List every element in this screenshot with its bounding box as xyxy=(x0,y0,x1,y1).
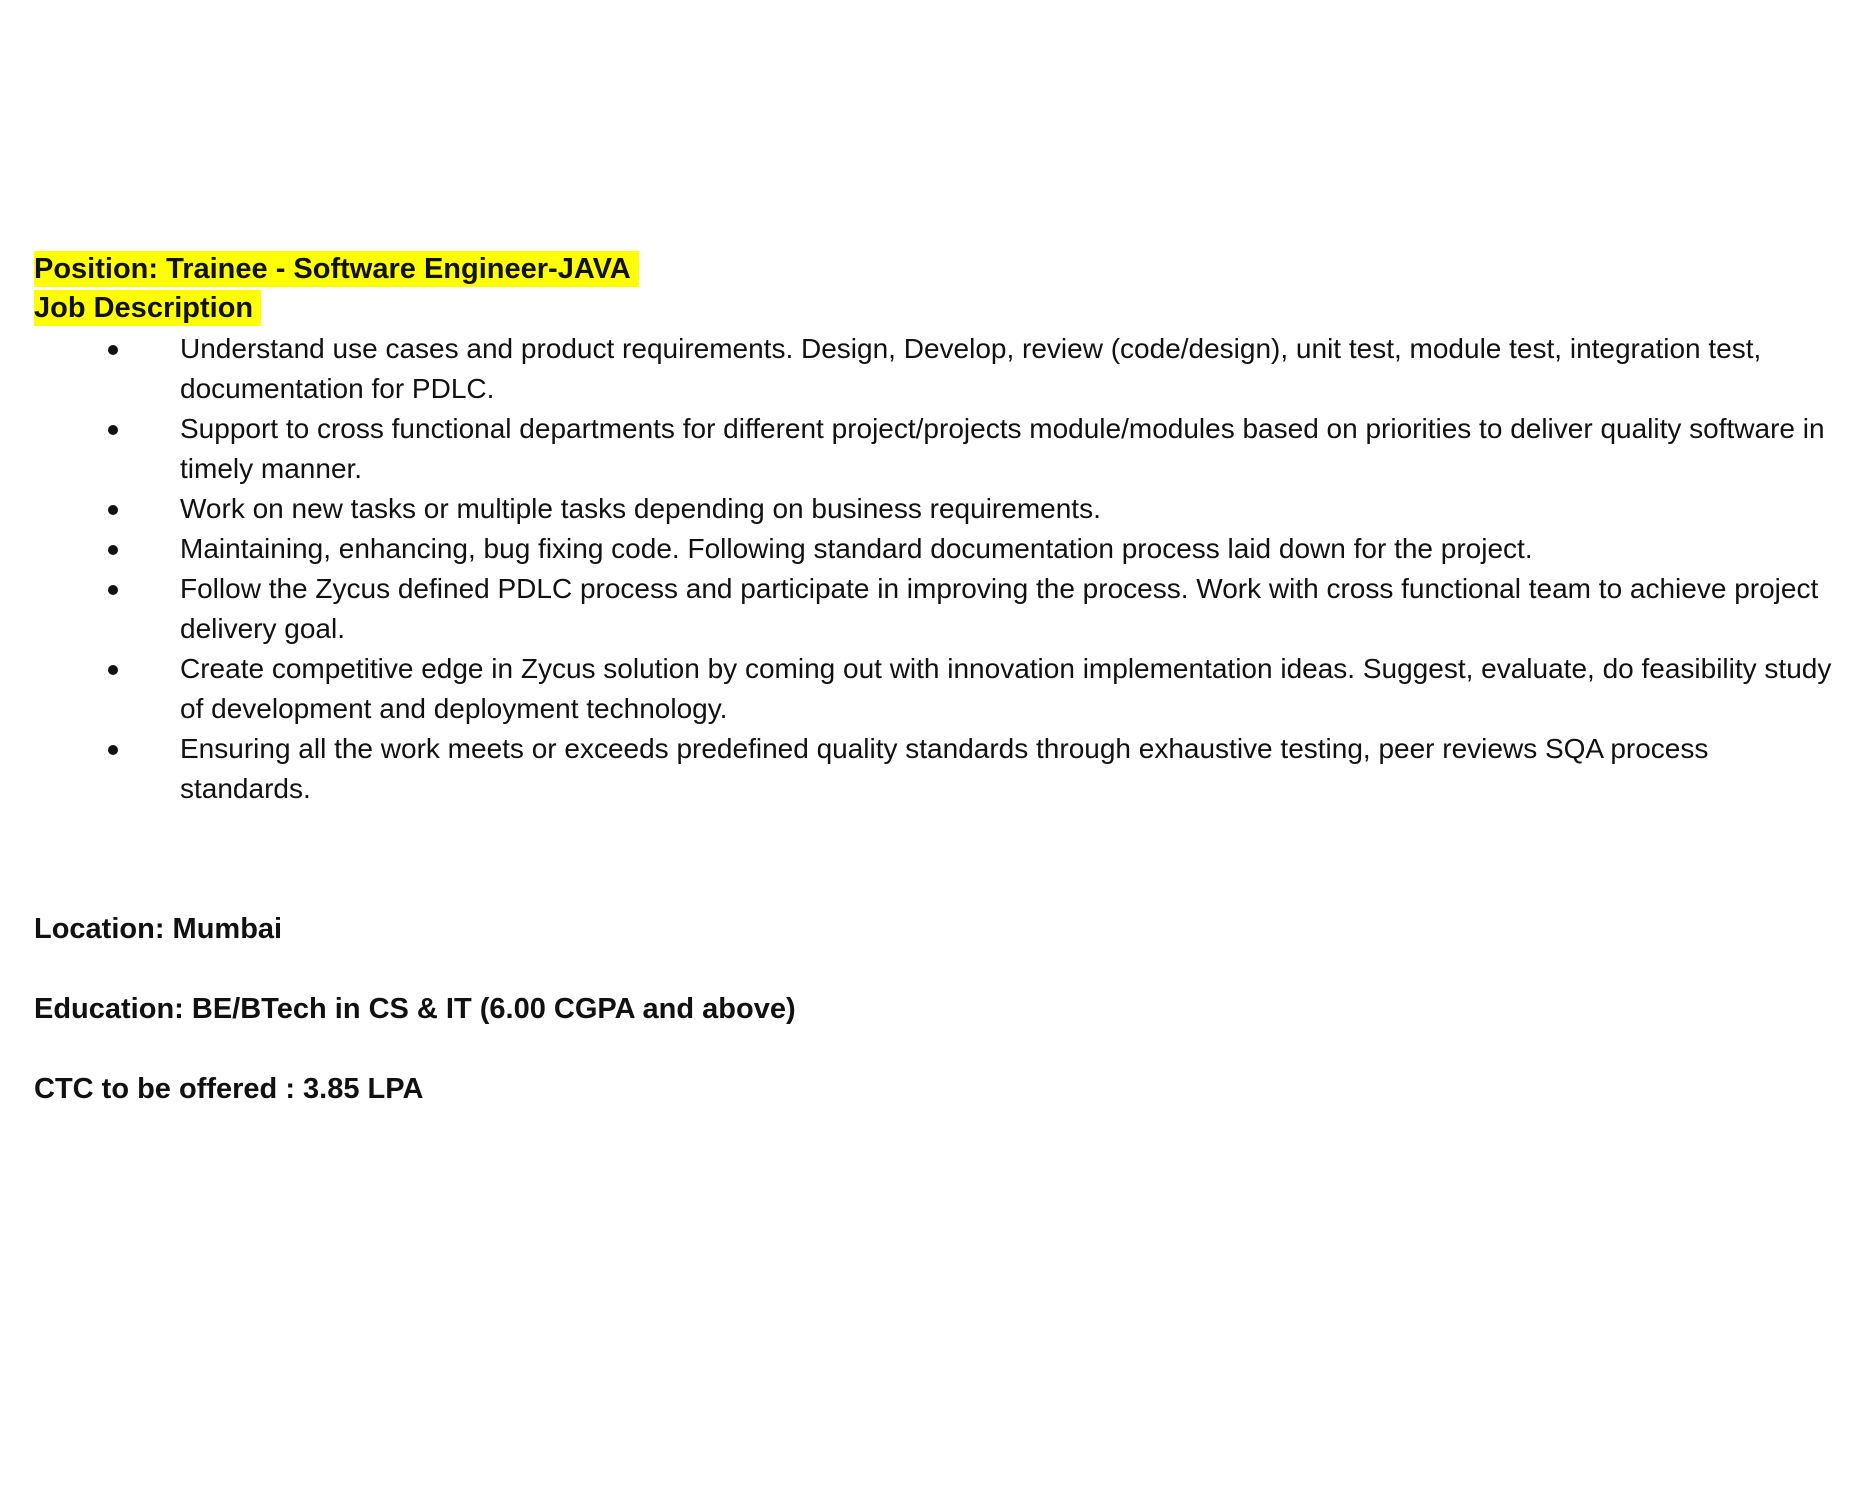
responsibilities-list: Understand use cases and product require… xyxy=(34,329,1834,809)
list-item: Maintaining, enhancing, bug fixing code.… xyxy=(34,529,1834,569)
bullet-icon xyxy=(108,665,118,675)
ctc-line: CTC to be offered : 3.85 LPA xyxy=(34,1073,424,1105)
list-item-text: Ensuring all the work meets or exceeds p… xyxy=(180,733,1709,804)
education-line: Education: BE/BTech in CS & IT (6.00 CGP… xyxy=(34,993,796,1025)
bullet-icon xyxy=(108,425,118,435)
list-item-text: Follow the Zycus defined PDLC process an… xyxy=(180,573,1819,644)
list-item: Ensuring all the work meets or exceeds p… xyxy=(34,729,1834,809)
bullet-icon xyxy=(108,545,118,555)
job-description-heading: Job Description xyxy=(34,290,262,326)
bullet-icon xyxy=(108,745,118,755)
job-posting-document: Position: Trainee - Software Engineer-JA… xyxy=(34,250,1834,1109)
position-title: Position: Trainee - Software Engineer-JA… xyxy=(34,251,639,287)
list-item: Follow the Zycus defined PDLC process an… xyxy=(34,569,1834,649)
bullet-icon xyxy=(108,505,118,515)
list-item-text: Understand use cases and product require… xyxy=(180,333,1762,404)
location-line: Location: Mumbai xyxy=(34,913,283,945)
bullet-icon xyxy=(108,585,118,595)
bullet-icon xyxy=(108,345,118,355)
list-item: Create competitive edge in Zycus solutio… xyxy=(34,649,1834,729)
list-item-text: Work on new tasks or multiple tasks depe… xyxy=(180,493,1101,524)
list-item: Understand use cases and product require… xyxy=(34,329,1834,409)
list-item: Work on new tasks or multiple tasks depe… xyxy=(34,489,1834,529)
list-item-text: Create competitive edge in Zycus solutio… xyxy=(180,653,1832,724)
job-description-heading-line: Job Description xyxy=(34,289,1834,328)
list-item-text: Maintaining, enhancing, bug fixing code.… xyxy=(180,533,1533,564)
position-title-line: Position: Trainee - Software Engineer-JA… xyxy=(34,250,1834,289)
list-item-text: Support to cross functional departments … xyxy=(180,413,1825,484)
list-item: Support to cross functional departments … xyxy=(34,409,1834,489)
